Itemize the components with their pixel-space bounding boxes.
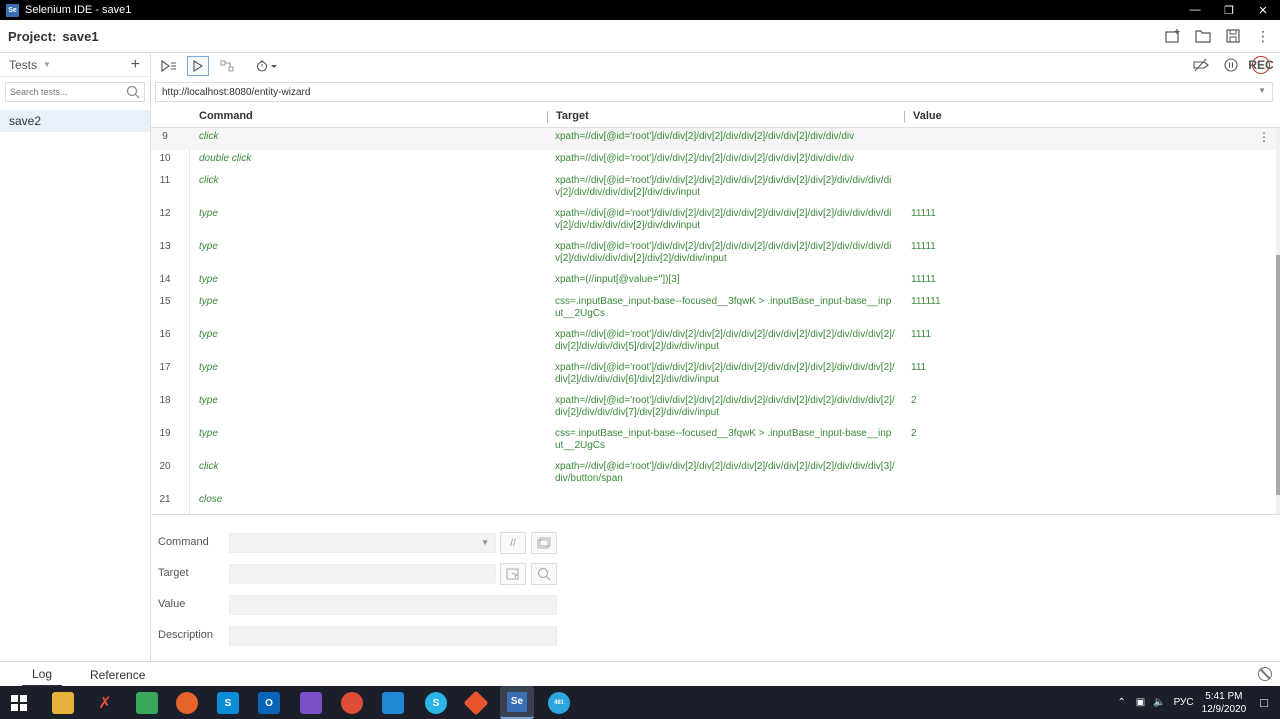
pause-icon[interactable]	[1222, 56, 1240, 74]
table-row[interactable]: 17 type xpath=//div[@id='root']/div/div[…	[151, 359, 1276, 392]
value-input[interactable]	[229, 595, 557, 615]
telegram-badge: 461	[553, 700, 564, 706]
speed-timer-icon[interactable]	[252, 56, 282, 76]
base-url-select[interactable]: http://localhost:8080/entity-wizard ▼	[155, 82, 1273, 102]
table-row[interactable]: 21 close	[151, 491, 1276, 513]
telegram-icon[interactable]: 461	[548, 692, 570, 714]
selenium-app-icon: Se	[6, 3, 19, 17]
tests-sidebar: Tests ▼ + save2	[0, 53, 151, 661]
new-project-icon[interactable]	[1164, 27, 1182, 45]
tab-reference[interactable]: Reference	[90, 662, 145, 687]
tray-chevron-icon[interactable]: ⌃	[1117, 697, 1125, 708]
system-tray: ⌃ ▣ 🔈 РУС 5:41 PM 12/9/2020 □	[1117, 686, 1280, 719]
target-label: Target	[158, 567, 189, 579]
table-row[interactable]: 15 type css=.inputBase_input-base--focus…	[151, 293, 1276, 326]
table-row[interactable]: 9 click xpath=//div[@id='root']/div/div[…	[151, 128, 1276, 150]
window-title: Selenium IDE - save1	[25, 4, 132, 16]
clock-date: 12/9/2020	[1201, 703, 1247, 715]
table-row[interactable]: 19 type css=.inputBase_input-base--focus…	[151, 425, 1276, 458]
clock-time: 5:41 PM	[1205, 690, 1243, 702]
minimize-button[interactable]: —	[1178, 0, 1212, 20]
open-project-icon[interactable]	[1194, 27, 1212, 45]
add-test-icon[interactable]: +	[131, 56, 140, 74]
vscode-icon[interactable]	[382, 692, 404, 714]
header-command: Command	[199, 110, 253, 122]
postman-icon[interactable]	[176, 692, 198, 714]
project-name[interactable]: save1	[62, 29, 98, 44]
caret-down-icon: ▼	[43, 60, 51, 69]
target-input[interactable]	[229, 564, 496, 584]
table-row[interactable]: 12 type xpath=//div[@id='root']/div/div[…	[151, 205, 1276, 238]
clock[interactable]: 5:41 PM 12/9/2020	[1202, 690, 1247, 716]
test-item-save2[interactable]: save2	[0, 110, 150, 132]
row-menu-icon[interactable]: ⋮	[1258, 130, 1270, 144]
chevron-down-icon[interactable]: ▼	[1258, 86, 1266, 95]
open-reference-icon[interactable]	[531, 532, 557, 554]
title-bar: Se Selenium IDE - save1 — ❐ ✕	[0, 0, 1280, 20]
windows-taskbar: ✗ S O S Se 461 ⌃ ▣ 🔈 РУС 5:41 PM 12/9/20…	[0, 686, 1280, 719]
run-current-test-icon[interactable]	[187, 56, 209, 76]
search-tests-input[interactable]	[6, 83, 116, 101]
tab-log[interactable]: Log	[22, 662, 63, 687]
table-row[interactable]: 20 click xpath=//div[@id='root']/div/div…	[151, 458, 1276, 491]
visual-studio-icon[interactable]	[300, 692, 322, 714]
save-project-icon[interactable]	[1224, 27, 1242, 45]
clear-log-icon[interactable]	[1258, 667, 1272, 681]
volume-muted-icon[interactable]: 🔈	[1153, 697, 1165, 708]
language-indicator[interactable]: РУС	[1174, 697, 1194, 708]
command-editor: Command ▼ // Target Value Description	[151, 514, 1280, 661]
project-header: Project: save1 ⋮	[0, 20, 1280, 53]
editor-app-icon[interactable]	[136, 692, 158, 714]
playback-toolbar: REC	[151, 53, 1280, 79]
header-target: Target	[556, 110, 589, 122]
more-options-icon[interactable]: ⋮	[1254, 27, 1272, 45]
value-label: Value	[158, 598, 186, 610]
find-target-icon[interactable]	[531, 563, 557, 585]
disable-breakpoints-icon[interactable]	[1192, 56, 1210, 74]
table-row[interactable]: 13 type xpath=//div[@id='root']/div/div[…	[151, 238, 1276, 271]
network-icon[interactable]: ▣	[1136, 697, 1145, 708]
tests-dropdown[interactable]: Tests ▼ +	[0, 53, 150, 77]
base-url-text: http://localhost:8080/entity-wizard	[162, 86, 311, 98]
step-over-icon[interactable]	[216, 56, 238, 76]
search-tests-box	[5, 82, 145, 102]
header-value: Value	[913, 110, 942, 122]
bottom-panel-tabs: Log Reference	[0, 661, 1280, 687]
tests-heading: Tests	[9, 57, 38, 72]
table-row[interactable]: 18 type xpath=//div[@id='root']/div/div[…	[151, 392, 1276, 425]
selenium-ide-taskbar-icon[interactable]: Se	[500, 686, 534, 719]
record-icon[interactable]: REC	[1248, 56, 1274, 74]
commands-table-body: 9 click xpath=//div[@id='root']/div/div[…	[151, 128, 1276, 514]
notifications-icon[interactable]: □	[1260, 695, 1268, 710]
windows-start-icon[interactable]	[8, 692, 30, 714]
comment-toggle-button[interactable]: //	[500, 532, 526, 554]
table-row[interactable]: 16 type xpath=//div[@id='root']/div/div[…	[151, 326, 1276, 359]
command-select[interactable]: ▼	[229, 533, 496, 553]
restore-button[interactable]: ❐	[1212, 0, 1246, 20]
run-all-tests-icon[interactable]	[158, 56, 180, 76]
close-button[interactable]: ✕	[1246, 0, 1280, 20]
table-row[interactable]: 14 type xpath=(//input[@value=''])[3] 11…	[151, 271, 1276, 293]
outlook-icon[interactable]: O	[258, 692, 280, 714]
commands-table-header: Command Target Value	[151, 106, 1280, 128]
description-label: Description	[158, 629, 214, 641]
chrome-icon[interactable]	[341, 692, 363, 714]
project-label: Project:	[8, 28, 57, 44]
table-row[interactable]: 11 click xpath=//div[@id='root']/div/div…	[151, 172, 1276, 205]
command-label: Command	[158, 536, 209, 548]
file-explorer-icon[interactable]	[52, 692, 74, 714]
chevron-down-icon: ▼	[481, 538, 489, 547]
git-icon[interactable]	[463, 690, 489, 716]
table-scrollbar-thumb[interactable]	[1276, 255, 1280, 495]
search-icon[interactable]	[126, 85, 140, 99]
skype-icon[interactable]: S	[217, 692, 239, 714]
table-row[interactable]: 10 double click xpath=//div[@id='root']/…	[151, 150, 1276, 172]
description-input[interactable]	[229, 626, 557, 646]
select-target-icon[interactable]	[500, 563, 526, 585]
skype-business-icon[interactable]: S	[425, 692, 447, 714]
xmind-icon[interactable]: ✗	[94, 692, 116, 714]
